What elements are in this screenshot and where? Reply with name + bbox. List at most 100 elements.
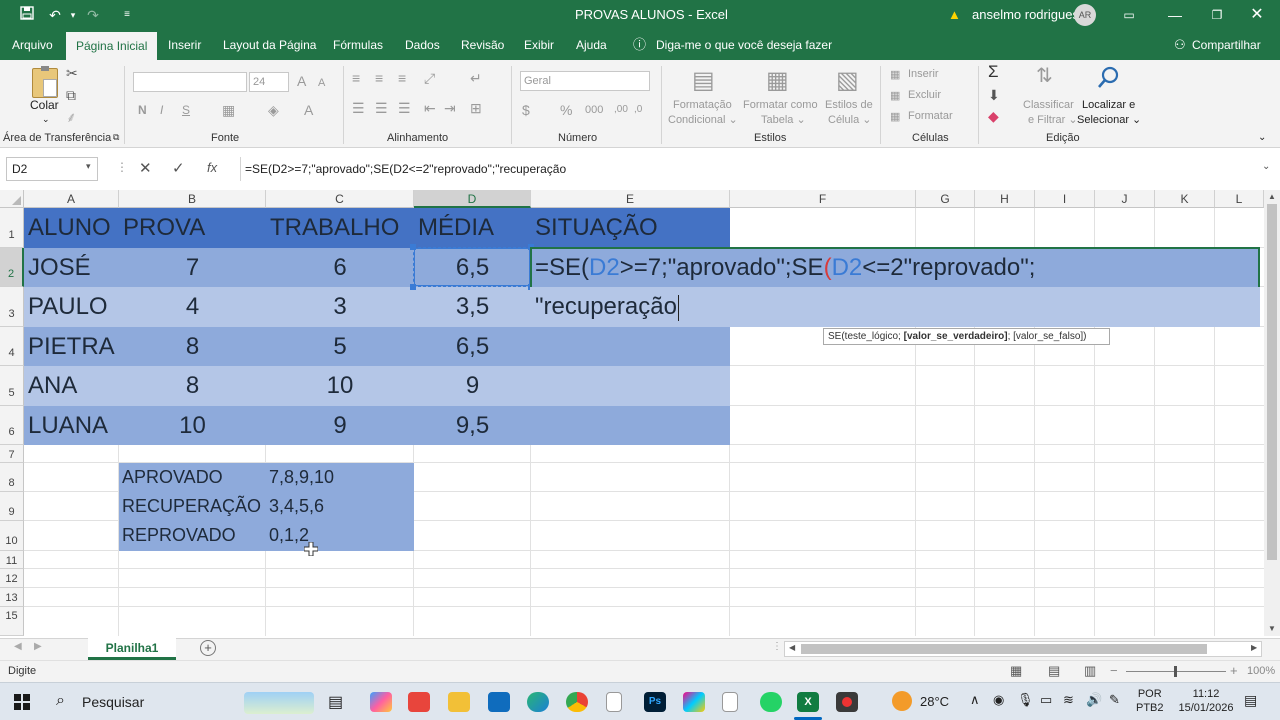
indent-icon[interactable]: ⇤ bbox=[424, 100, 436, 116]
find-select-label[interactable]: Localizar e bbox=[1082, 98, 1135, 113]
student-trabalho[interactable]: 9 bbox=[266, 406, 414, 445]
header-aluno[interactable]: ALUNO bbox=[28, 208, 111, 247]
row-header-7[interactable]: 7 bbox=[0, 445, 24, 463]
row-header-5[interactable]: 5 bbox=[0, 366, 24, 406]
font-color-icon[interactable]: A bbox=[304, 102, 313, 118]
student-media[interactable]: 9,5 bbox=[414, 406, 531, 445]
paste-label[interactable]: Colar bbox=[30, 98, 59, 113]
tab-ajuda[interactable]: Ajuda bbox=[576, 30, 607, 60]
column-header-a[interactable]: A bbox=[24, 190, 119, 208]
align-center-icon[interactable]: ☰ bbox=[375, 100, 388, 116]
student-prova[interactable]: 8 bbox=[119, 366, 266, 405]
align-top-icon[interactable]: ≡ bbox=[352, 70, 360, 86]
comma-style-icon[interactable]: 000 bbox=[585, 102, 603, 118]
undo-dropdown-icon[interactable]: ▾ bbox=[62, 5, 84, 25]
customize-toolbar-icon[interactable]: ≡ bbox=[116, 5, 138, 25]
student-trabalho[interactable]: 10 bbox=[266, 366, 414, 405]
sort-filter-label-2[interactable]: e Filtrar ⌄ bbox=[1028, 113, 1078, 128]
tab-dados[interactable]: Dados bbox=[405, 30, 440, 60]
paste-icon[interactable] bbox=[32, 66, 58, 98]
header-trabalho[interactable]: TRABALHO bbox=[270, 208, 399, 247]
header-situacao[interactable]: SITUAÇÃO bbox=[535, 208, 658, 247]
recorder-icon[interactable] bbox=[836, 692, 858, 712]
format-painter-icon[interactable]: ⸙ bbox=[66, 109, 77, 125]
italic-icon[interactable]: I bbox=[160, 102, 163, 118]
zoom-out-icon[interactable]: − bbox=[1110, 663, 1118, 678]
orientation-icon[interactable]: ⤢ bbox=[424, 70, 435, 86]
weather-temp[interactable]: 28°C bbox=[920, 694, 949, 709]
document-icon[interactable] bbox=[606, 692, 622, 712]
name-box-dropdown-icon[interactable]: ▾ bbox=[86, 161, 91, 172]
tray-app-icon[interactable]: ◉ bbox=[993, 692, 1004, 708]
conditional-format-label[interactable]: Formatação bbox=[673, 98, 732, 113]
zoom-slider-thumb[interactable] bbox=[1174, 666, 1177, 677]
legend-label[interactable]: APROVADO bbox=[122, 463, 223, 492]
select-all-corner[interactable] bbox=[0, 190, 24, 208]
normal-view-icon[interactable]: ▦ bbox=[1010, 663, 1022, 679]
task-view-icon[interactable]: ▤ bbox=[328, 692, 343, 712]
insert-label[interactable]: Inserir bbox=[908, 67, 939, 82]
row-header-13[interactable]: 13 bbox=[0, 588, 24, 607]
app-colorful-icon[interactable] bbox=[683, 692, 705, 712]
horizontal-scrollbar[interactable]: ◀ ▶ bbox=[784, 641, 1262, 657]
student-name[interactable]: LUANA bbox=[28, 406, 108, 445]
student-prova[interactable]: 4 bbox=[119, 287, 266, 326]
sheet-tab-planilha1[interactable]: Planilha1 bbox=[88, 638, 176, 660]
row-header-9[interactable]: 9 bbox=[0, 492, 24, 521]
currency-icon[interactable]: $ bbox=[522, 102, 530, 118]
row-header-11[interactable]: 11 bbox=[0, 551, 24, 569]
student-prova[interactable]: 10 bbox=[119, 406, 266, 445]
student-trabalho[interactable]: 5 bbox=[266, 327, 414, 366]
tab-layout[interactable]: Layout da Página bbox=[223, 30, 316, 60]
copy-icon[interactable]: ⧉ bbox=[66, 87, 76, 103]
decrease-decimal-icon[interactable]: ,0 bbox=[634, 102, 642, 118]
avatar[interactable]: AR bbox=[1074, 4, 1096, 26]
search-icon[interactable] bbox=[1098, 66, 1120, 88]
font-name-box[interactable] bbox=[133, 72, 247, 92]
format-table-label-2[interactable]: Tabela ⌄ bbox=[761, 113, 806, 128]
column-header-h[interactable]: H bbox=[975, 190, 1035, 208]
legend-label[interactable]: REPROVADO bbox=[122, 521, 236, 550]
column-header-c[interactable]: C bbox=[266, 190, 414, 208]
editing-formula-line1[interactable]: =SE(D2>=7;"aprovado";SE(D2<=2"reprovado"… bbox=[535, 248, 1035, 287]
row-header-3[interactable]: 3 bbox=[0, 287, 24, 327]
pen-icon[interactable]: ✎ bbox=[1109, 692, 1120, 708]
share-button[interactable]: Compartilhar bbox=[1192, 30, 1261, 60]
clipboard-launcher-icon[interactable]: ⧉ bbox=[113, 132, 119, 143]
format-table-label[interactable]: Formatar como bbox=[743, 98, 818, 113]
underline-icon[interactable]: S bbox=[182, 102, 190, 118]
tab-revisao[interactable]: Revisão bbox=[461, 30, 504, 60]
speaker-tray-icon[interactable]: ▭ bbox=[1040, 692, 1052, 708]
microphone-icon[interactable]: 🎙 bbox=[1017, 692, 1034, 708]
student-media[interactable]: 3,5 bbox=[414, 287, 531, 326]
cell-styles-label[interactable]: Estilos de bbox=[825, 98, 873, 113]
legend-label[interactable]: RECUPERAÇÃO bbox=[122, 492, 261, 521]
legend-values[interactable]: 3,4,5,6 bbox=[269, 492, 324, 521]
tab-arquivo[interactable]: Arquivo bbox=[12, 30, 53, 60]
conditional-format-icon[interactable]: ▤ bbox=[692, 68, 715, 94]
student-name[interactable]: PAULO bbox=[28, 287, 108, 326]
insert-function-icon[interactable]: fx bbox=[207, 160, 217, 175]
row-header-6[interactable]: 6 bbox=[0, 406, 24, 445]
language-indicator[interactable]: POR PTB2 bbox=[1136, 687, 1164, 715]
column-header-b[interactable]: B bbox=[119, 190, 266, 208]
next-sheet-icon[interactable]: ▶ bbox=[34, 641, 42, 652]
page-layout-icon[interactable]: ▤ bbox=[1048, 663, 1060, 679]
legend-values[interactable]: 7,8,9,10 bbox=[269, 463, 334, 492]
function-tooltip[interactable]: SE(teste_lógico; [valor_se_verdadeiro]; … bbox=[823, 328, 1110, 345]
notepad-icon[interactable] bbox=[722, 692, 738, 712]
user-name[interactable]: anselmo rodrigues bbox=[972, 7, 1079, 23]
delete-label[interactable]: Excluir bbox=[908, 88, 941, 103]
student-media[interactable]: 6,5 bbox=[414, 327, 531, 366]
name-box[interactable]: D2 bbox=[6, 157, 98, 181]
outlook-icon[interactable] bbox=[488, 692, 510, 712]
row-header-4[interactable]: 4 bbox=[0, 327, 24, 366]
tab-formulas[interactable]: Fórmulas bbox=[333, 30, 383, 60]
row-header-10[interactable]: 10 bbox=[0, 521, 24, 551]
copilot-icon[interactable] bbox=[370, 692, 392, 712]
file-explorer-icon[interactable] bbox=[448, 692, 470, 712]
tab-inserir[interactable]: Inserir bbox=[168, 30, 201, 60]
sort-filter-label[interactable]: Classificar bbox=[1023, 98, 1074, 113]
formula-input[interactable]: =SE(D2>=7;"aprovado";SE(D2<=2"reprovado"… bbox=[240, 157, 1275, 181]
wrap-text-icon[interactable]: ↵ bbox=[470, 70, 482, 86]
